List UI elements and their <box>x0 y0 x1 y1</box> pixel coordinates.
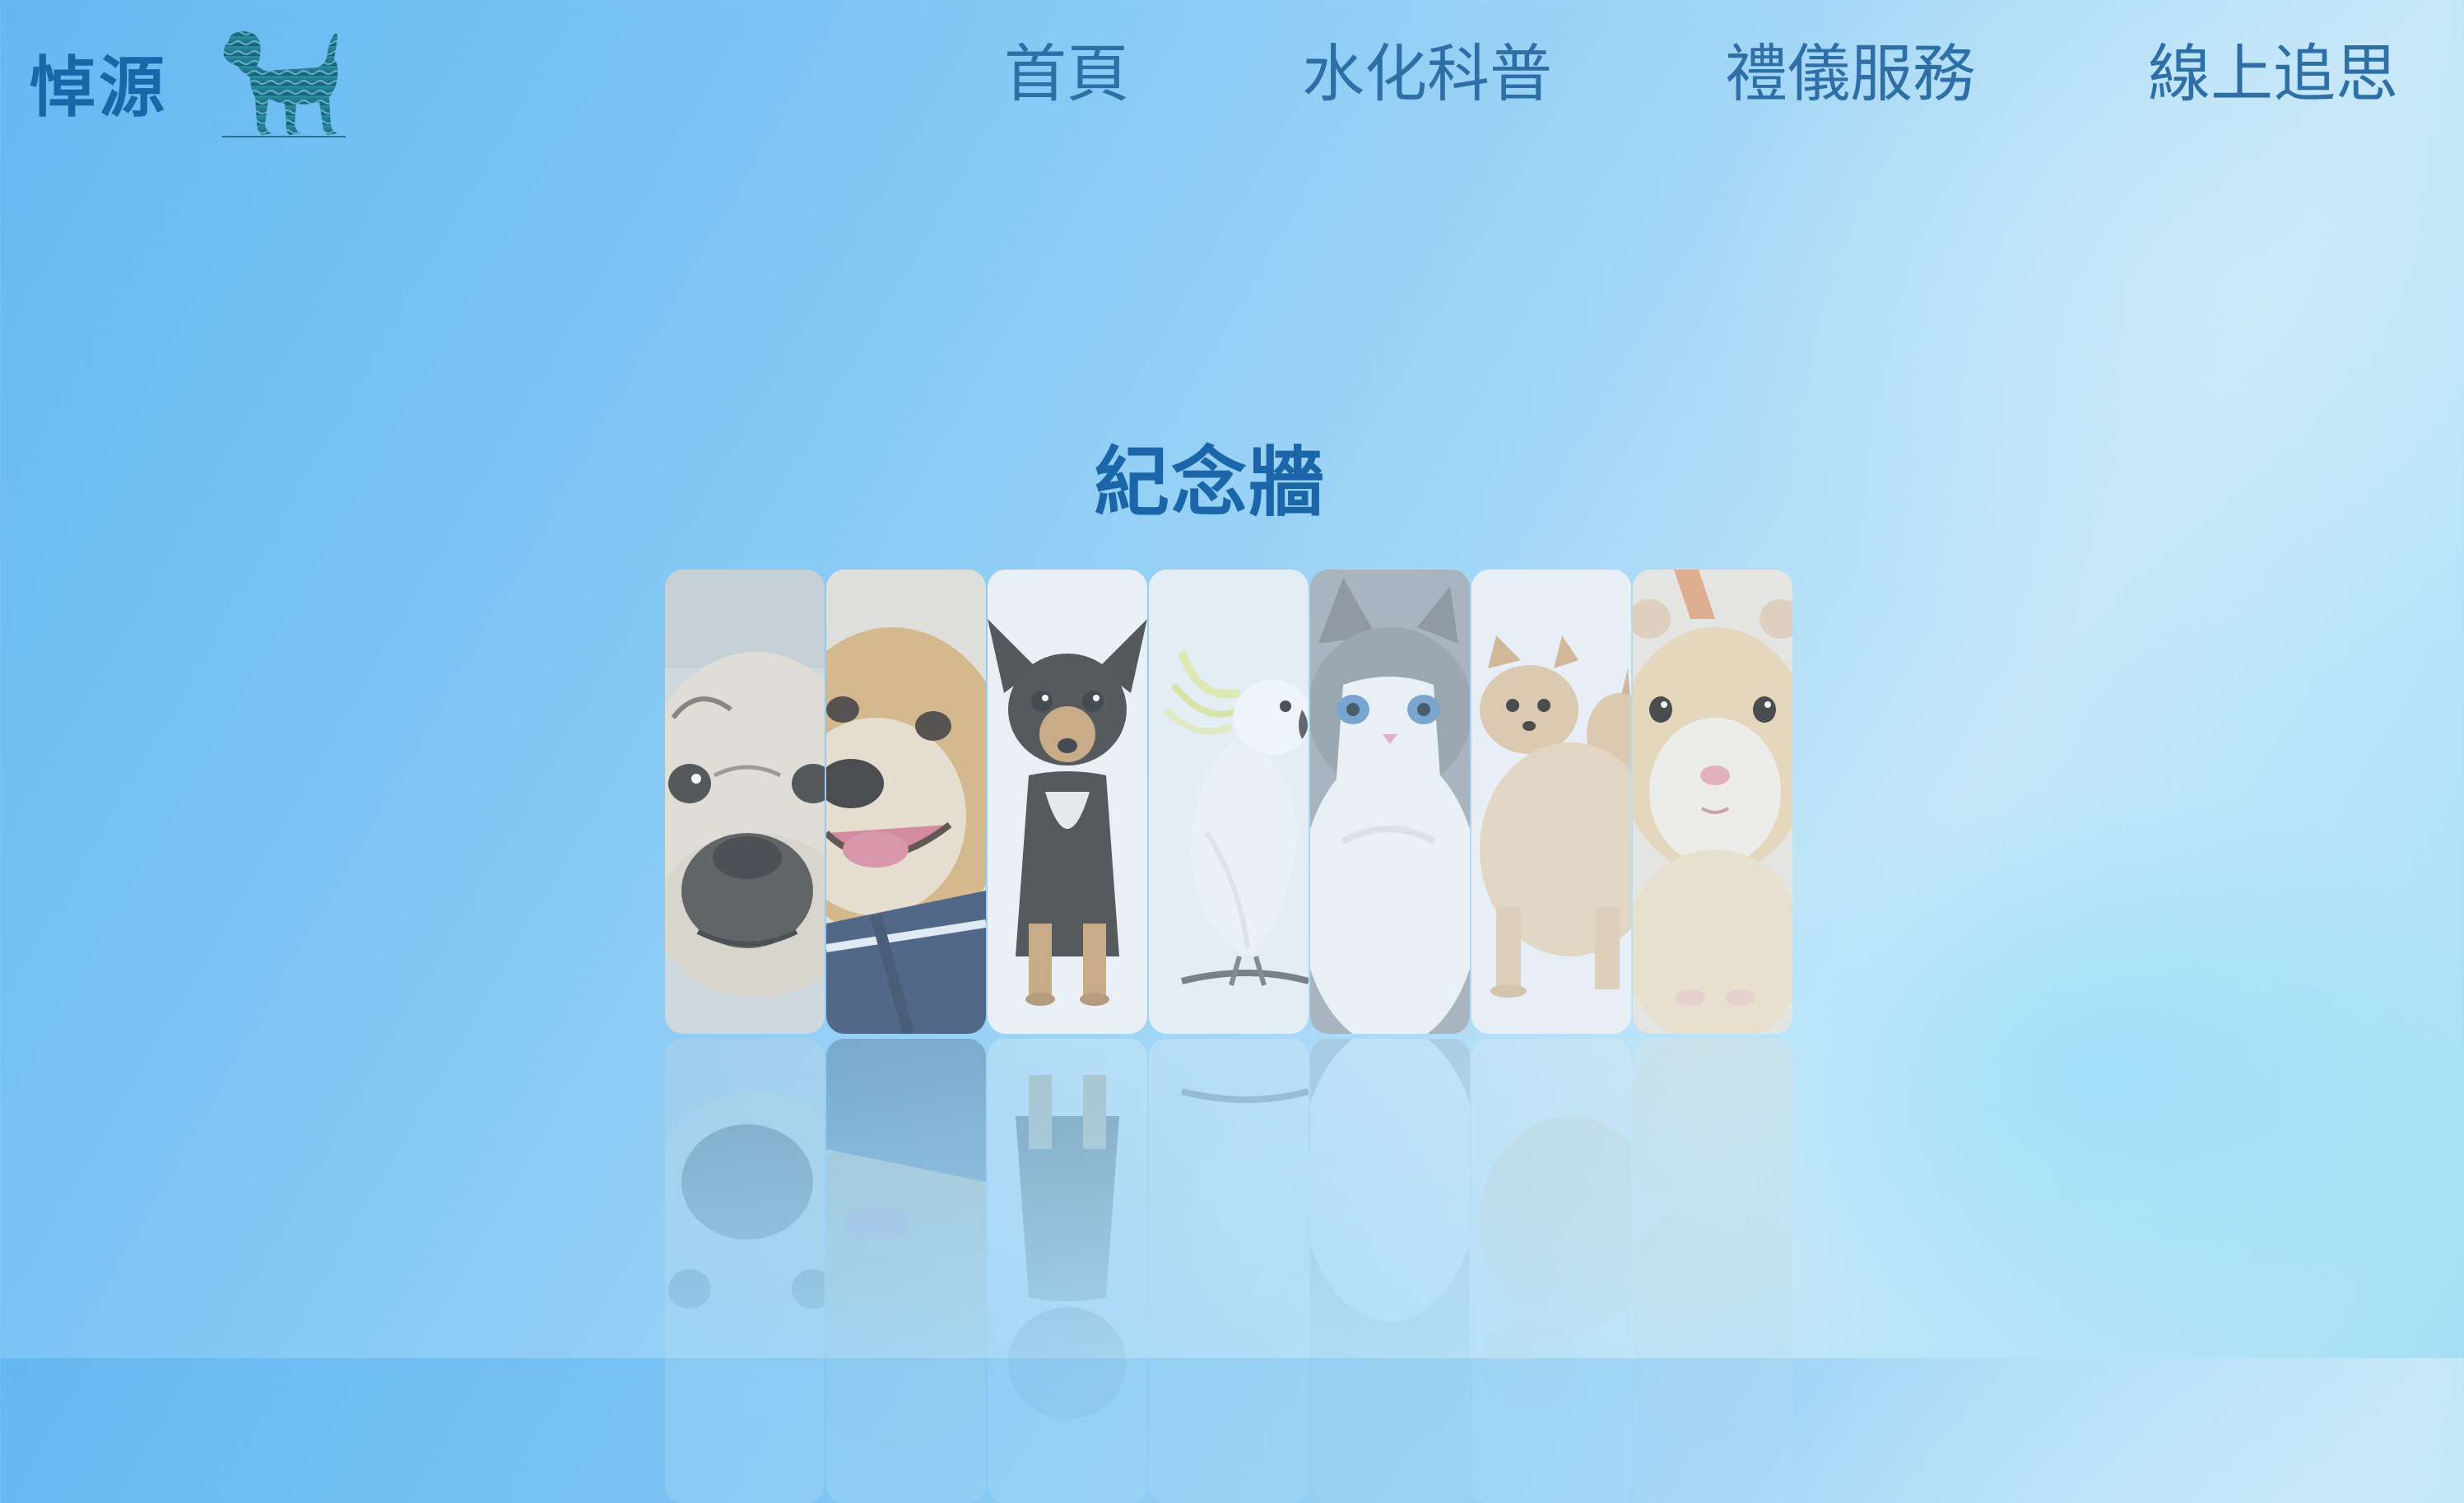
nav-item-home[interactable]: 首頁 <box>1004 43 1129 105</box>
brand-name: 悼源 <box>30 49 168 126</box>
gallery-card <box>1310 570 1470 1503</box>
gallery-card <box>1633 570 1792 1503</box>
pomeranian-photo-reflection <box>1471 1039 1631 1503</box>
gallery-card <box>826 570 986 1503</box>
main-nav: 首頁 水化科普 禮儀服務 線上追思 <box>1004 43 2398 105</box>
gallery-card <box>1471 570 1631 1503</box>
hamster-photo[interactable] <box>1633 570 1792 1034</box>
gallery-card <box>988 570 1147 1503</box>
dog-silhouette-icon <box>222 30 346 137</box>
shiba-inu-photo-reflection <box>826 1039 986 1503</box>
ragdoll-cat-photo[interactable] <box>1310 570 1470 1034</box>
chihuahua-photo-reflection <box>988 1039 1147 1503</box>
pug-photo-reflection <box>665 1039 825 1503</box>
hamster-photo-reflection <box>1633 1039 1792 1503</box>
shiba-inu-photo[interactable] <box>826 570 986 1034</box>
page-title: 紀念牆 <box>1093 437 1326 527</box>
cockatoo-photo[interactable] <box>1149 570 1309 1034</box>
nav-item-aquamation-info[interactable]: 水化科普 <box>1302 43 1552 105</box>
nav-item-online-memorial[interactable]: 線上追思 <box>2148 43 2398 105</box>
chihuahua-photo[interactable] <box>988 570 1147 1034</box>
pomeranian-photo[interactable] <box>1471 570 1631 1034</box>
cockatoo-photo-reflection <box>1149 1039 1309 1503</box>
ragdoll-cat-photo-reflection <box>1310 1039 1470 1503</box>
brand-logo[interactable]: 悼源 <box>30 30 349 138</box>
gallery-card <box>1149 570 1309 1503</box>
memorial-gallery <box>665 570 1792 1503</box>
nav-item-funeral-services[interactable]: 禮儀服務 <box>1725 43 1975 105</box>
pug-photo[interactable] <box>665 570 825 1034</box>
gallery-card <box>665 570 825 1503</box>
